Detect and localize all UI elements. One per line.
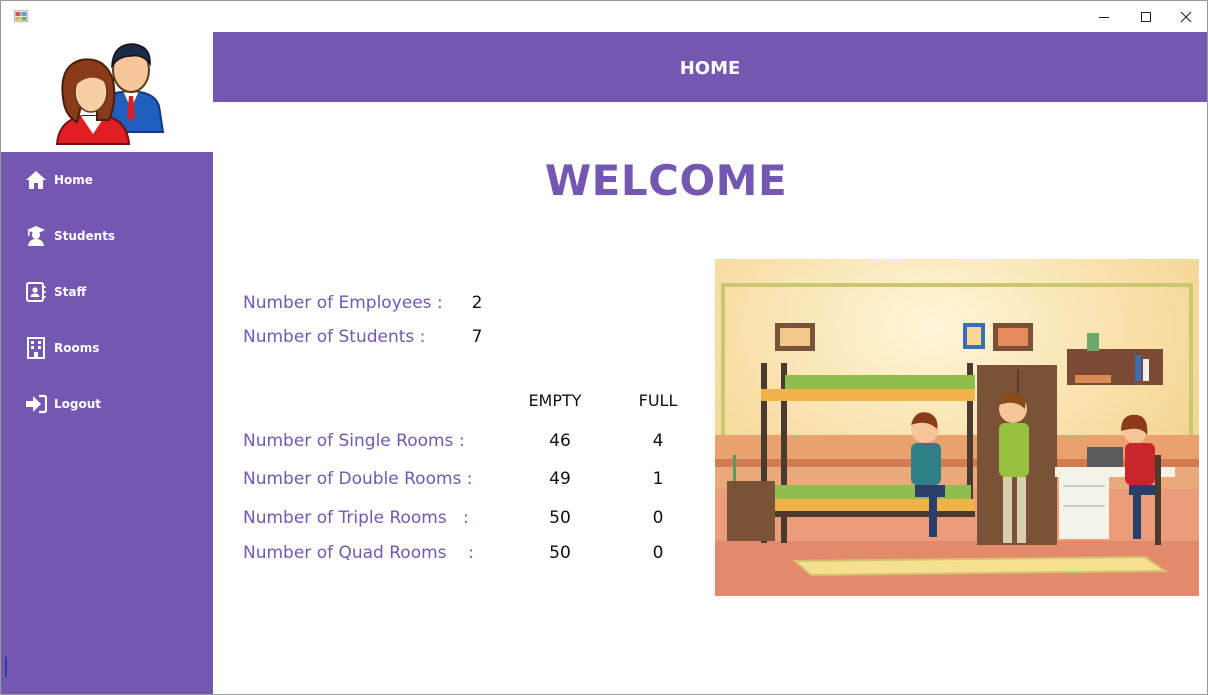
maximize-button[interactable] — [1125, 1, 1167, 32]
students-value: 7 — [471, 327, 483, 347]
sidebar: Home Students Staff Rooms Logout — [1, 152, 213, 694]
triple-rooms-empty: 50 — [549, 508, 571, 528]
sidebar-item-label: Staff — [54, 285, 87, 299]
sidebar-item-label: Home — [54, 173, 93, 187]
column-header-empty: EMPTY — [528, 391, 582, 410]
title-bar — [1, 1, 1207, 32]
welcome-heading: WELCOME — [544, 156, 788, 205]
home-icon — [25, 169, 47, 191]
double-rooms-label: Number of Double Rooms : — [243, 469, 473, 489]
sidebar-item-home[interactable]: Home — [1, 160, 213, 200]
sidebar-item-staff[interactable]: Staff — [1, 272, 213, 312]
single-rooms-empty: 46 — [549, 431, 571, 451]
sidebar-item-logout[interactable]: Logout — [1, 384, 213, 424]
close-button[interactable] — [1165, 1, 1207, 32]
maximize-icon — [1141, 11, 1151, 22]
triple-rooms-full: 0 — [652, 508, 664, 528]
logout-arrow-icon — [25, 393, 47, 415]
sidebar-item-label: Logout — [54, 397, 102, 411]
page-title: HOME — [679, 58, 741, 79]
double-rooms-empty: 49 — [549, 469, 571, 489]
single-rooms-full: 4 — [652, 431, 664, 451]
sidebar-item-rooms[interactable]: Rooms — [1, 328, 213, 368]
page-header: HOME — [213, 32, 1207, 102]
app-icon — [14, 10, 28, 22]
dorm-room-illustration — [715, 259, 1199, 596]
employees-label: Number of Employees : — [243, 293, 443, 313]
employees-value: 2 — [471, 293, 483, 313]
sidebar-edge-mark — [5, 657, 7, 677]
sidebar-logo-area — [1, 32, 213, 152]
students-label: Number of Students : — [243, 327, 426, 347]
sidebar-item-label: Students — [54, 229, 116, 243]
triple-rooms-label: Number of Triple Rooms : — [243, 508, 469, 528]
single-rooms-label: Number of Single Rooms : — [243, 431, 465, 451]
quad-rooms-empty: 50 — [549, 543, 571, 563]
users-logo-icon — [55, 43, 165, 145]
sidebar-item-students[interactable]: Students — [1, 216, 213, 256]
quad-rooms-full: 0 — [652, 543, 664, 563]
close-icon — [1180, 11, 1192, 22]
app-window: Home Students Staff Rooms Logout HOME WE… — [0, 0, 1208, 695]
quad-rooms-label: Number of Quad Rooms : — [243, 543, 474, 563]
minimize-icon — [1099, 16, 1109, 18]
minimize-button[interactable] — [1083, 1, 1125, 32]
column-header-full: FULL — [638, 391, 678, 410]
graduate-icon — [25, 225, 47, 247]
sidebar-item-label: Rooms — [54, 341, 100, 355]
double-rooms-full: 1 — [652, 469, 664, 489]
building-icon — [25, 337, 47, 359]
contact-card-icon — [25, 281, 47, 303]
